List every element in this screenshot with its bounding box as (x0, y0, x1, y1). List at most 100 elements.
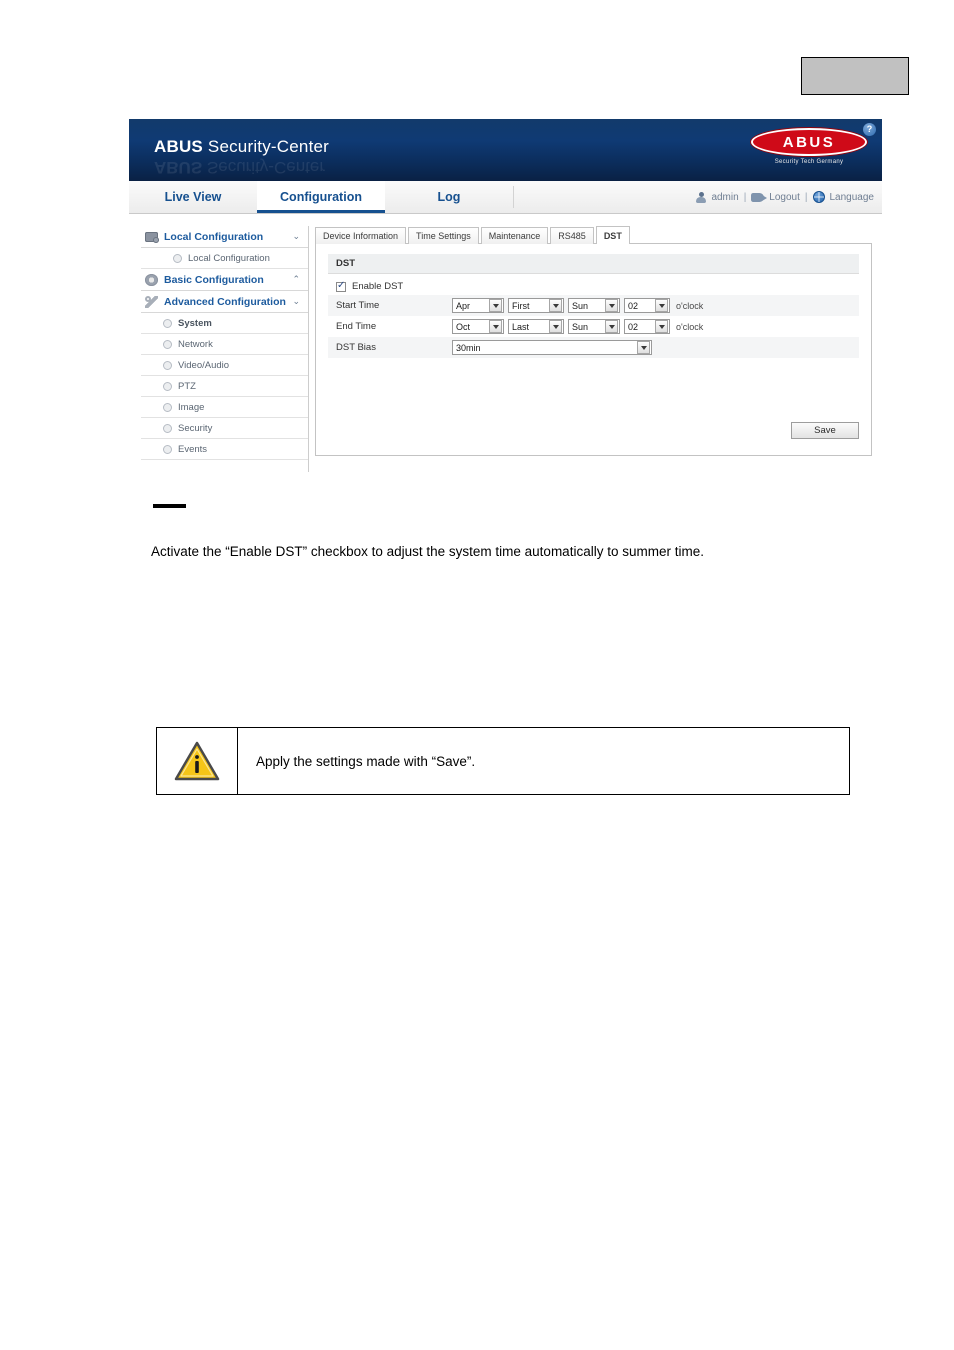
abus-logo-text: ABUS (782, 133, 836, 151)
brand-bold: ABUS (154, 137, 203, 156)
subtab-maintenance[interactable]: Maintenance (480, 227, 549, 244)
sidebar-group-label: Local Configuration (164, 230, 264, 243)
sidebar-item-system[interactable]: System (141, 313, 308, 334)
subtab-device-information[interactable]: Device Information (315, 227, 407, 244)
dst-bias-select[interactable]: 30min (452, 340, 652, 355)
sidebar-item-local-configuration[interactable]: Local Configuration (141, 248, 308, 269)
brand-title: ABUS Security-Center (154, 137, 329, 157)
bullet-icon (163, 339, 172, 349)
sub-tab-bar: Device Information Time Settings Mainten… (315, 226, 872, 244)
monitor-icon (145, 232, 159, 243)
chevron-up-icon: ⌃ (292, 274, 300, 284)
bullet-icon (163, 318, 172, 328)
end-time-hour-value: 02 (628, 321, 639, 332)
panel-title: DST (328, 254, 859, 274)
tab-live-view[interactable]: Live View (129, 181, 257, 213)
bullet-icon (163, 402, 172, 412)
bullet-icon (163, 444, 172, 454)
start-time-month-select[interactable]: Apr (452, 298, 504, 313)
sidebar-item-label: Events (178, 443, 208, 455)
nav-divider (513, 186, 514, 208)
sidebar-item-video-audio[interactable]: Video/Audio (141, 355, 308, 376)
start-time-month-value: Apr (456, 300, 471, 311)
sidebar-item-image[interactable]: Image (141, 397, 308, 418)
subtab-rs485[interactable]: RS485 (550, 227, 594, 244)
help-icon[interactable]: ? (863, 123, 876, 136)
bullet-icon (163, 381, 172, 391)
start-time-ordinal-select[interactable]: First (508, 298, 564, 313)
chevron-down-icon: ⌄ (292, 296, 300, 306)
chevron-down-icon (655, 320, 668, 333)
app-header: ABUS Security-Center ABUS Security-Cente… (129, 119, 882, 181)
sidebar-item-label: Network (178, 338, 213, 350)
end-time-weekday-value: Sun (572, 321, 589, 332)
sidebar-item-label: PTZ (178, 380, 196, 392)
note-box: Apply the settings made with “Save”. (156, 727, 850, 795)
dst-panel: DST Enable DST Start Time Apr First (315, 243, 872, 456)
body-paragraph: Activate the “Enable DST” checkbox to ad… (151, 544, 704, 559)
chevron-down-icon (549, 320, 562, 333)
enable-dst-row: Enable DST (328, 278, 859, 295)
sidebar-item-label: Local Configuration (188, 252, 270, 264)
chevron-down-icon (489, 320, 502, 333)
application-screenshot: ABUS Security-Center ABUS Security-Cente… (129, 119, 882, 472)
sidebar: Local Configuration ⌄ Local Configuratio… (141, 226, 309, 472)
sidebar-item-network[interactable]: Network (141, 334, 308, 355)
sidebar-group-local-configuration[interactable]: Local Configuration ⌄ (141, 226, 308, 248)
logout-icon[interactable] (751, 192, 768, 202)
end-time-month-select[interactable]: Oct (452, 319, 504, 334)
sidebar-item-label: Image (178, 401, 205, 413)
end-time-ordinal-select[interactable]: Last (508, 319, 564, 334)
nav-user-area: admin | Logout | Language (696, 181, 874, 213)
sidebar-item-security[interactable]: Security (141, 418, 308, 439)
bullet-icon (163, 423, 172, 433)
end-time-weekday-select[interactable]: Sun (568, 319, 620, 334)
chevron-down-icon (655, 299, 668, 312)
sidebar-item-ptz[interactable]: PTZ (141, 376, 308, 397)
end-time-hour-select[interactable]: 02 (624, 319, 670, 334)
app-body: Local Configuration ⌄ Local Configuratio… (129, 214, 882, 472)
section-rule (153, 504, 186, 508)
end-time-month-value: Oct (456, 321, 471, 332)
subtab-time-settings[interactable]: Time Settings (408, 227, 479, 244)
brand-title-reflection: ABUS Security-Center (154, 157, 325, 177)
gear-icon (145, 273, 158, 286)
gray-placeholder-box (801, 57, 909, 95)
start-time-hour-select[interactable]: 02 (624, 298, 670, 313)
language-link[interactable]: Language (830, 192, 875, 203)
note-icon-cell (157, 728, 238, 794)
subtab-dst[interactable]: DST (595, 226, 630, 244)
abus-logo: ABUS Security Tech Germany (748, 128, 870, 165)
globe-icon[interactable] (812, 191, 825, 203)
sidebar-group-advanced-configuration[interactable]: Advanced Configuration ⌄ (141, 291, 308, 313)
current-user-label: admin (711, 191, 739, 203)
brand-light: Security-Center (202, 137, 330, 156)
start-time-label: Start Time (336, 300, 380, 311)
start-time-weekday-select[interactable]: Sun (568, 298, 620, 313)
sidebar-item-label: System (178, 317, 212, 329)
save-button[interactable]: Save (791, 422, 859, 439)
sidebar-item-events[interactable]: Events (141, 439, 308, 460)
end-time-label: End Time (336, 321, 377, 332)
sidebar-group-label: Basic Configuration (164, 273, 264, 286)
main-navigation-bar: Live View Configuration Log admin | Logo… (129, 181, 882, 214)
warning-info-triangle-icon (174, 740, 220, 782)
end-time-suffix: o'clock (676, 321, 704, 332)
chevron-down-icon: ⌄ (292, 231, 300, 241)
sidebar-group-basic-configuration[interactable]: Basic Configuration ⌃ (141, 269, 308, 291)
enable-dst-checkbox[interactable] (336, 280, 346, 292)
sidebar-item-label: Video/Audio (178, 359, 230, 371)
sidebar-group-label: Advanced Configuration (164, 295, 286, 308)
save-button-wrapper: Save (791, 422, 859, 439)
enable-dst-label: Enable DST (352, 281, 404, 292)
nav-separator-1: | (743, 191, 747, 203)
chevron-down-icon (605, 299, 618, 312)
tab-configuration[interactable]: Configuration (257, 181, 385, 213)
chevron-down-icon (605, 320, 618, 333)
abus-logo-oval: ABUS (751, 128, 867, 156)
content-area: Device Information Time Settings Mainten… (309, 226, 872, 472)
tab-log[interactable]: Log (385, 181, 513, 213)
brand-reflection-bold: ABUS (154, 158, 203, 177)
bullet-icon (163, 360, 172, 370)
logout-link[interactable]: Logout (769, 192, 800, 203)
